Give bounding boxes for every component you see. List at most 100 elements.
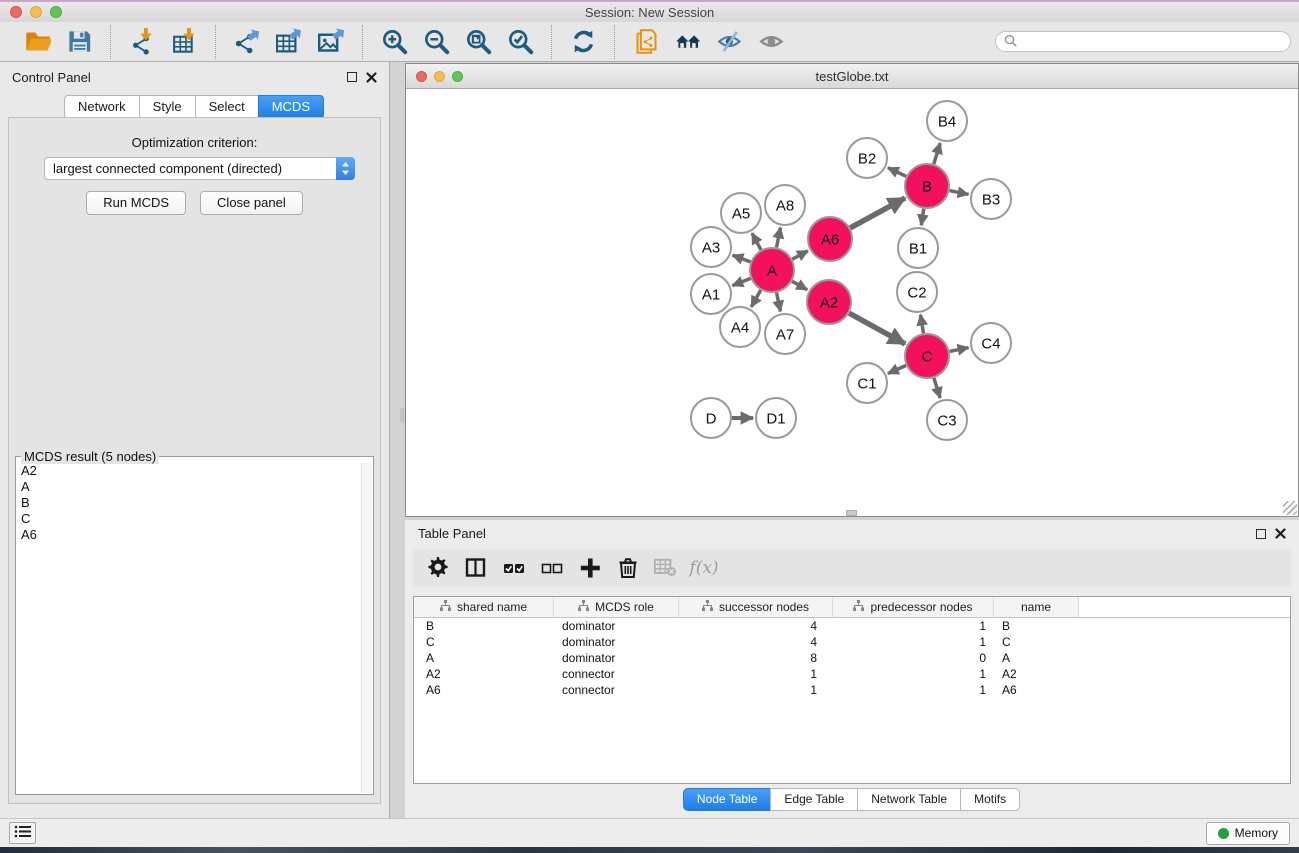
- graph-node-A1[interactable]: A1: [691, 274, 731, 314]
- control-panel-title: Control Panel: [12, 70, 91, 85]
- zoom-selected-icon[interactable]: [505, 27, 535, 57]
- result-list-item[interactable]: A2: [17, 463, 361, 479]
- tab-motifs[interactable]: Motifs: [960, 788, 1020, 811]
- graph-node-C[interactable]: C: [905, 334, 949, 378]
- graph-node-B1[interactable]: B1: [898, 228, 938, 268]
- table-row[interactable]: Bdominator41B: [414, 618, 1290, 634]
- show-graphics-details-icon[interactable]: [757, 27, 787, 57]
- desktop-vscroll-thumb[interactable]: [400, 408, 405, 422]
- svg-text:B2: B2: [858, 150, 876, 167]
- close-table-panel-icon[interactable]: [1275, 528, 1286, 539]
- column-header-successor-nodes[interactable]: successor nodes: [679, 597, 833, 617]
- table-row[interactable]: Adominator80A: [414, 650, 1290, 666]
- tab-node-table[interactable]: Node Table: [683, 788, 772, 811]
- import-network-icon[interactable]: [127, 27, 157, 57]
- table-cell: A: [994, 650, 1079, 666]
- float-table-panel-icon[interactable]: [1256, 529, 1266, 539]
- graph-node-A8[interactable]: A8: [765, 185, 805, 225]
- graph-node-A3[interactable]: A3: [691, 227, 731, 267]
- delete-table-icon: [653, 555, 679, 581]
- tab-style[interactable]: Style: [139, 95, 196, 119]
- graph-node-C4[interactable]: C4: [971, 323, 1011, 363]
- delete-column-icon[interactable]: [615, 555, 641, 581]
- graph-node-C3[interactable]: C3: [927, 400, 967, 440]
- graph-node-B4[interactable]: B4: [927, 101, 967, 141]
- tab-select[interactable]: Select: [195, 95, 259, 119]
- column-header-name[interactable]: name: [994, 597, 1079, 617]
- graph-node-A6[interactable]: A6: [808, 217, 852, 261]
- refresh-layout-icon[interactable]: [568, 27, 598, 57]
- tab-mcds[interactable]: MCDS: [258, 95, 324, 119]
- optimization-criterion-dropdown[interactable]: largest connected component (directed): [44, 157, 355, 180]
- window-resize-grip[interactable]: [1283, 501, 1297, 515]
- tab-edge-table[interactable]: Edge Table: [770, 788, 858, 811]
- table-row[interactable]: Cdominator41C: [414, 634, 1290, 650]
- graph-node-C2[interactable]: C2: [897, 272, 937, 312]
- table-cell: B: [994, 618, 1079, 634]
- optimization-criterion-label: Optimization criterion:: [9, 135, 380, 150]
- graph-node-D1[interactable]: D1: [756, 398, 796, 438]
- show-panels-button[interactable]: [9, 822, 36, 844]
- graph-node-C1[interactable]: C1: [847, 363, 887, 403]
- hide-graphics-details-icon[interactable]: [715, 27, 745, 57]
- memory-button[interactable]: Memory: [1206, 822, 1290, 845]
- search-input[interactable]: [1022, 35, 1282, 49]
- new-network-from-file-icon[interactable]: [631, 27, 661, 57]
- close-panel-icon[interactable]: [366, 72, 377, 83]
- graph-node-A2[interactable]: A2: [807, 280, 851, 324]
- zoom-out-icon[interactable]: [421, 27, 451, 57]
- result-scrollbar[interactable]: [361, 463, 372, 793]
- show-columns-icon[interactable]: [463, 555, 489, 581]
- graph-node-B[interactable]: B: [905, 164, 949, 208]
- column-header-shared-name[interactable]: shared name: [414, 597, 554, 617]
- export-table-icon[interactable]: [274, 27, 304, 57]
- column-header-MCDS-role[interactable]: MCDS role: [554, 597, 679, 617]
- result-list-item[interactable]: A6: [17, 527, 361, 543]
- export-image-icon[interactable]: [316, 27, 346, 57]
- mcds-result-legend: MCDS result (5 nodes): [21, 449, 159, 464]
- zoom-in-icon[interactable]: [379, 27, 409, 57]
- result-list-item[interactable]: B: [17, 495, 361, 511]
- graph-node-A[interactable]: A: [750, 248, 794, 292]
- export-network-icon[interactable]: [232, 27, 262, 57]
- attribute-settings-icon[interactable]: [425, 555, 451, 581]
- run-mcds-button[interactable]: Run MCDS: [86, 191, 186, 215]
- create-column-icon[interactable]: [577, 555, 603, 581]
- float-panel-icon[interactable]: [347, 72, 357, 82]
- open-session-icon[interactable]: [22, 27, 52, 57]
- table-cell: 4: [679, 634, 833, 650]
- table-panel: Table Panel f(x) shared nameMCDS rolesuc…: [405, 520, 1299, 818]
- zoom-fit-icon[interactable]: [463, 27, 493, 57]
- result-list-item[interactable]: C: [17, 511, 361, 527]
- svg-text:B3: B3: [982, 191, 1000, 208]
- graph-edge-C-C1: [888, 365, 906, 373]
- workspace: Control Panel NetworkStyleSelectMCDS Opt…: [0, 62, 1299, 818]
- result-list-item[interactable]: A: [17, 479, 361, 495]
- table-row[interactable]: A2connector11A2: [414, 666, 1290, 682]
- graph-node-B3[interactable]: B3: [971, 179, 1011, 219]
- network-overview-icon[interactable]: [673, 27, 703, 57]
- tab-network[interactable]: Network: [64, 95, 140, 119]
- graph-node-D[interactable]: D: [691, 398, 731, 438]
- column-header-predecessor-nodes[interactable]: predecessor nodes: [833, 597, 994, 617]
- graph-edge-A-A1: [732, 278, 750, 285]
- network-canvas[interactable]: B4 B2 B B3 A8A5 A6 A3 B1 A C2 A1 A2 A4A7 C4 C C1 C3 D D1: [406, 89, 1298, 516]
- tab-network-table[interactable]: Network Table: [857, 788, 961, 811]
- graph-node-B2[interactable]: B2: [847, 138, 887, 178]
- toolbar-group: [6, 25, 111, 59]
- graph-edge-A-A2: [792, 281, 807, 290]
- graph-node-A5[interactable]: A5: [721, 193, 761, 233]
- deselect-all-checkboxes-icon[interactable]: [539, 555, 565, 581]
- memory-status-dot: [1218, 828, 1229, 839]
- table-cell: 1: [679, 682, 833, 698]
- save-session-icon[interactable]: [64, 27, 94, 57]
- close-panel-button[interactable]: Close panel: [200, 191, 303, 215]
- import-table-icon[interactable]: [169, 27, 199, 57]
- select-all-checkboxes-icon[interactable]: [501, 555, 527, 581]
- table-row[interactable]: A6connector11A6: [414, 682, 1290, 698]
- canvas-hscroll-thumb[interactable]: [846, 510, 857, 516]
- graph-node-A4[interactable]: A4: [720, 307, 760, 347]
- graph-node-A7[interactable]: A7: [765, 314, 805, 354]
- function-builder-icon: f(x): [691, 555, 717, 581]
- search-box[interactable]: [995, 31, 1291, 52]
